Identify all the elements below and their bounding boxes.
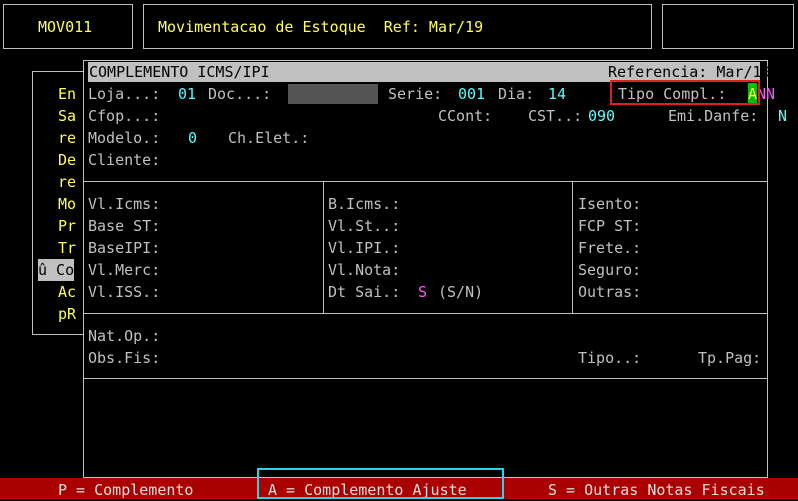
divider-col1 bbox=[323, 181, 324, 313]
tp-pag-label: Tp.Pag: bbox=[698, 349, 762, 367]
col3-label: FCP ST: bbox=[578, 217, 642, 235]
divider-col2 bbox=[572, 181, 573, 313]
emi-danfe-field[interactable]: N bbox=[778, 105, 787, 127]
col2-label: B.Icms.: bbox=[328, 195, 401, 213]
tipo-compl-highlight bbox=[610, 80, 760, 105]
doc-field[interactable] bbox=[288, 84, 378, 104]
side-menu-item[interactable]: Mo bbox=[58, 193, 76, 215]
dt-sai-field[interactable]: S bbox=[418, 281, 427, 303]
col3-label: Outras: bbox=[578, 283, 642, 301]
col3-label: Seguro: bbox=[578, 261, 642, 279]
col2-label: Vl.Nota: bbox=[328, 261, 401, 279]
side-menu-item[interactable]: re bbox=[58, 171, 76, 193]
side-menu-item[interactable]: Ac bbox=[58, 281, 76, 303]
col3-label: Isento: bbox=[578, 195, 642, 213]
emi-danfe-label: Emi.Danfe: bbox=[668, 107, 759, 125]
col3-label: Frete.: bbox=[578, 239, 642, 257]
cfop-label: Cfop...: bbox=[88, 107, 161, 125]
serie-label: Serie: bbox=[388, 85, 443, 103]
nat-op-label: Nat.Op.: bbox=[88, 327, 161, 345]
modelo-label: Modelo.: bbox=[88, 129, 161, 147]
side-menu-item[interactable]: Pr bbox=[58, 215, 76, 237]
option-complemento[interactable]: P = Complemento bbox=[58, 479, 193, 501]
dia-label: Dia: bbox=[498, 85, 535, 103]
side-menu-item[interactable]: pR bbox=[58, 303, 76, 325]
doc-label: Doc...: bbox=[208, 85, 272, 103]
tipo-label: Tipo..: bbox=[578, 349, 642, 367]
right-header-box bbox=[662, 4, 794, 49]
modelo-field[interactable]: 0 bbox=[188, 127, 197, 149]
side-menu-item[interactable]: Tr bbox=[58, 237, 76, 259]
side-menu-item[interactable]: Sa bbox=[58, 105, 76, 127]
complemento-dialog bbox=[83, 60, 768, 478]
cst-label: CST..: bbox=[528, 107, 583, 125]
side-menu-item[interactable]: re bbox=[58, 127, 76, 149]
dt-sai-label: Dt Sai.: bbox=[328, 283, 401, 301]
ch-elet-label: Ch.Elet.: bbox=[228, 129, 310, 147]
divider-top bbox=[84, 181, 767, 182]
divider-bottom bbox=[84, 378, 767, 379]
dt-sai-hint: (S/N) bbox=[438, 283, 484, 301]
cliente-label: Cliente: bbox=[88, 151, 161, 169]
side-menu-item[interactable]: De bbox=[58, 149, 76, 171]
page-title: Movimentacao de Estoque Ref: Mar/19 bbox=[158, 18, 484, 36]
program-code: MOV011 bbox=[38, 18, 93, 36]
serie-field[interactable]: 001 bbox=[458, 83, 485, 105]
option-outras-notas[interactable]: S = Outras Notas Fiscais bbox=[548, 479, 765, 501]
cst-field[interactable]: 090 bbox=[588, 105, 615, 127]
col2-label: Vl.IPI.: bbox=[328, 239, 401, 257]
divider-mid bbox=[84, 313, 767, 314]
col1-label: BaseIPI: bbox=[88, 239, 161, 257]
complemento-ajuste-highlight bbox=[257, 468, 504, 499]
col1-label: Vl.Icms: bbox=[88, 195, 161, 213]
ccont-label: CCont: bbox=[438, 107, 493, 125]
side-menu-item[interactable]: û Co bbox=[38, 259, 75, 281]
loja-label: Loja...: bbox=[88, 85, 161, 103]
col1-label: Base ST: bbox=[88, 217, 161, 235]
col1-label: Vl.ISS.: bbox=[88, 283, 161, 301]
side-menu-item[interactable]: En bbox=[58, 83, 76, 105]
dia-field[interactable]: 14 bbox=[548, 83, 566, 105]
obs-fis-label: Obs.Fis: bbox=[88, 349, 161, 367]
dialog-title: COMPLEMENTO ICMS/IPI bbox=[89, 63, 270, 81]
col1-label: Vl.Merc: bbox=[88, 261, 161, 279]
loja-field[interactable]: 01 bbox=[178, 83, 196, 105]
col2-label: Vl.St..: bbox=[328, 217, 401, 235]
